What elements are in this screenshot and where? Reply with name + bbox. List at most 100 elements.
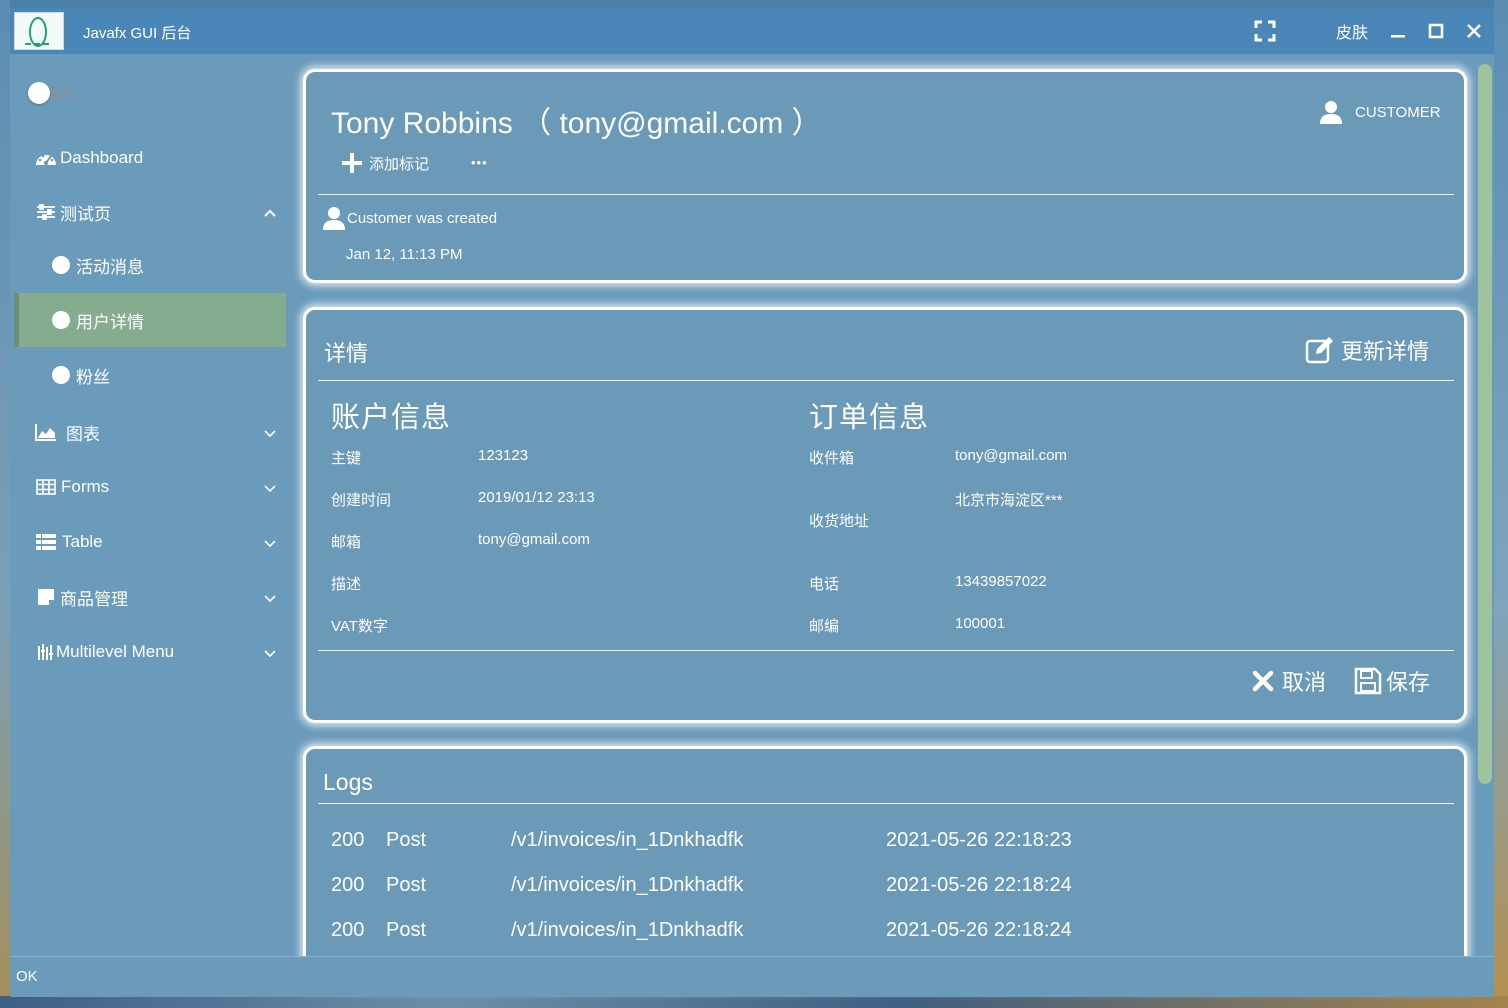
update-details-label: 更新详情	[1341, 339, 1430, 364]
sidebar-item-label: 活动消息	[76, 257, 144, 277]
bullet-icon	[52, 311, 70, 329]
sliders-icon	[35, 203, 57, 221]
log-method: Post	[386, 919, 427, 941]
log-status: 200	[331, 919, 365, 941]
add-tag-button[interactable]: 添加标记	[341, 152, 429, 174]
chevron-up-icon	[263, 205, 277, 219]
profile-card: Tony Robbins （ tony@gmail.com ） CUSTOMER…	[303, 69, 1467, 283]
chevron-down-icon	[263, 535, 277, 549]
customer-name-email: Tony Robbins （ tony@gmail.com ）	[331, 107, 822, 140]
close-icon[interactable]	[1464, 17, 1484, 45]
divider	[318, 803, 1454, 804]
sidebar-item-label: Table	[62, 532, 103, 551]
log-time: 2021-05-26 22:18:23	[886, 829, 1072, 851]
minimize-icon[interactable]	[1388, 17, 1408, 45]
sidebar-subitem-fans[interactable]: 粉丝	[10, 348, 296, 402]
status-bar: OK	[10, 956, 1494, 997]
sidebar-item-label: 粉丝	[76, 367, 110, 387]
field-value: 13439857022	[955, 573, 1047, 590]
field-label: 主键	[331, 450, 362, 467]
details-title: 详情	[324, 341, 369, 366]
field-value: 北京市海淀区***	[955, 492, 1063, 509]
user-icon	[323, 207, 345, 230]
more-options-button[interactable]: •••	[471, 155, 488, 170]
field-label: 收货地址	[809, 513, 870, 530]
customer-role: CUSTOMER	[1355, 103, 1441, 121]
field-value: tony@gmail.com	[478, 531, 590, 548]
fullscreen-icon[interactable]	[1253, 17, 1277, 45]
logs-card: Logs 200 Post /v1/invoices/in_1Dnkhadfk …	[303, 746, 1467, 989]
field-value: 123123	[478, 447, 529, 464]
sidebar-item-label: 用户详情	[76, 312, 144, 332]
cancel-button[interactable]: 取消	[1252, 665, 1326, 697]
field-value: 2019/01/12 23:13	[478, 489, 595, 506]
field-label: 电话	[809, 576, 840, 593]
sticky-note-icon	[35, 588, 57, 606]
event-timestamp: Jan 12, 11:13 PM	[346, 246, 463, 263]
field-label: 描述	[331, 576, 362, 593]
desktop-wallpaper-right	[1494, 0, 1508, 1008]
save-button[interactable]: 保存	[1354, 665, 1430, 697]
theme-toggle[interactable]	[28, 82, 74, 104]
customer-role-badge: CUSTOMER	[1319, 100, 1441, 124]
details-card: 详情 更新详情 账户信息 主键 123123 创建时间 2019/01/12 2…	[303, 307, 1467, 723]
field-label: 邮编	[809, 618, 840, 635]
sidebar-item-products[interactable]: 商品管理	[10, 570, 296, 624]
save-icon	[1354, 667, 1382, 695]
desktop-wallpaper-left	[0, 0, 10, 1008]
update-details-button[interactable]: 更新详情	[1305, 334, 1429, 366]
log-path: /v1/invoices/in_1Dnkhadfk	[511, 829, 744, 851]
sidebar-item-label: Dashboard	[60, 148, 144, 167]
activity-event: Customer was created	[323, 206, 497, 230]
grid-table-icon	[35, 478, 57, 496]
field-label: 创建时间	[331, 492, 392, 509]
save-label: 保存	[1386, 670, 1431, 695]
divider	[318, 380, 1454, 381]
sidebar-item-label: 图表	[66, 424, 100, 444]
skin-button[interactable]: 皮肤	[1332, 17, 1372, 45]
add-tag-label: 添加标记	[369, 155, 430, 173]
sidebar-item-label: 测试页	[60, 204, 111, 224]
window-title: Javafx GUI 后台	[83, 25, 192, 42]
sidebar-item-table[interactable]: Table	[10, 515, 296, 569]
event-text: Customer was created	[347, 209, 498, 227]
sidebar-subitem-user-detail[interactable]: 用户详情	[14, 293, 286, 347]
sidebar-item-dashboard[interactable]: Dashboard	[10, 131, 296, 185]
log-path: /v1/invoices/in_1Dnkhadfk	[511, 874, 744, 896]
logs-title: Logs	[323, 769, 373, 795]
sidebar-subitem-activity[interactable]: 活动消息	[10, 238, 296, 292]
log-method: Post	[386, 874, 427, 896]
maximize-icon[interactable]	[1426, 17, 1446, 45]
sidebar-item-charts[interactable]: 图表	[10, 405, 296, 459]
log-method: Post	[386, 829, 427, 851]
field-value: 100001	[955, 615, 1006, 632]
log-status: 200	[331, 874, 365, 896]
log-status: 200	[331, 829, 365, 851]
sidebar-item-label: Multilevel Menu	[56, 642, 175, 661]
sidebar-item-label: Forms	[61, 477, 110, 496]
divider	[318, 650, 1454, 651]
multilevel-icon	[35, 643, 57, 661]
bullet-icon	[52, 366, 70, 384]
sidebar-item-forms[interactable]: Forms	[10, 460, 296, 514]
field-value: tony@gmail.com	[955, 447, 1067, 464]
field-label: VAT数字	[331, 618, 388, 635]
plus-icon	[342, 153, 362, 173]
account-info-title: 账户信息	[331, 402, 452, 434]
chevron-down-icon	[263, 590, 277, 604]
log-time: 2021-05-26 22:18:24	[886, 919, 1072, 941]
divider	[318, 194, 1454, 195]
dashboard-gauge-icon	[35, 149, 57, 167]
cancel-label: 取消	[1282, 670, 1327, 695]
vertical-scrollbar[interactable]	[1478, 64, 1492, 784]
order-info-title: 订单信息	[809, 402, 930, 434]
field-label: 邮箱	[331, 534, 362, 551]
user-icon	[1320, 101, 1342, 124]
sidebar-item-multilevel-menu[interactable]: Multilevel Menu	[10, 625, 296, 679]
title-bar[interactable]: Javafx GUI 后台 皮肤	[10, 8, 1494, 54]
sidebar: Dashboard 测试页 活动消息 用户详情 粉丝 图表 Forms Tabl…	[10, 54, 296, 956]
log-path: /v1/invoices/in_1Dnkhadfk	[511, 919, 744, 941]
desktop-wallpaper-bottom	[0, 996, 1508, 1008]
log-time: 2021-05-26 22:18:24	[886, 874, 1072, 896]
sidebar-item-test-page[interactable]: 测试页	[10, 185, 296, 239]
